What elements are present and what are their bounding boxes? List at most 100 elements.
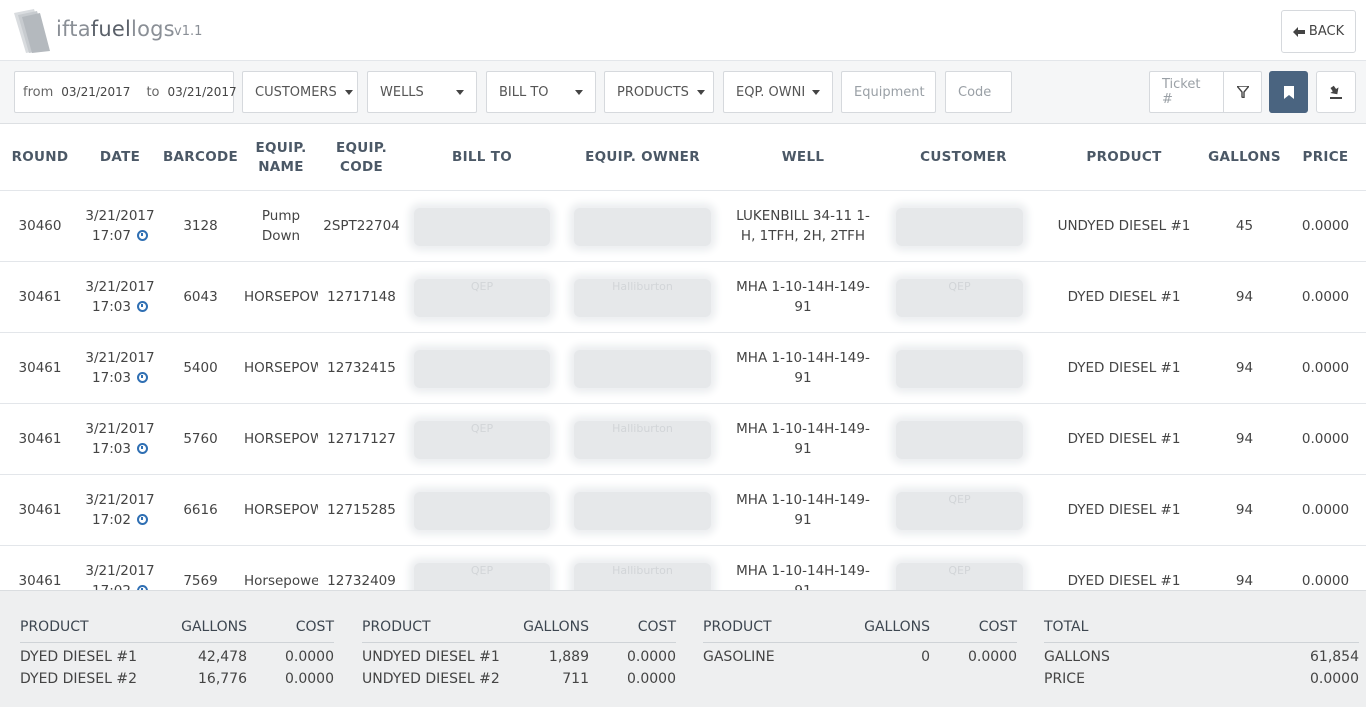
cell-barcode: 5760 <box>183 431 218 447</box>
cell-product: DYED DIESEL #1 <box>1067 502 1181 518</box>
cell-well: MHA 1-10-14H-149-91 <box>736 421 870 457</box>
redacted-customer <box>896 350 1023 388</box>
download-icon <box>1330 85 1342 99</box>
cell-gallons: 94 <box>1235 431 1254 447</box>
cell-price: 0.0000 <box>1301 218 1350 234</box>
filter-icon <box>1236 86 1249 98</box>
cell-well: LUKENBILL 34-11 1-H, 1TFH, 2H, 2TFH <box>736 208 870 244</box>
cell-equip-name: HORSEPOW <box>244 431 318 447</box>
cell-round: 30461 <box>18 502 62 518</box>
clock-icon[interactable] <box>136 372 148 383</box>
redacted-equip-owner: Halliburton <box>574 421 711 459</box>
bookmark-button[interactable] <box>1269 71 1308 113</box>
cell-price: 0.0000 <box>1301 360 1350 376</box>
col-well[interactable]: WELL <box>723 124 883 191</box>
cell-equip-code: 12732415 <box>327 360 396 376</box>
table-row[interactable]: 30460 3/21/2017 17:07 3128 Pump Down 2SPT2270… <box>0 191 1366 262</box>
cell-price: 0.0000 <box>1301 289 1350 305</box>
table-row[interactable]: 30461 3/21/2017 17:02 6616 HORSEPOW 12715285 M… <box>0 475 1366 546</box>
col-barcode[interactable]: BARCODE <box>160 124 241 191</box>
cell-date: 3/21/201717:02 <box>85 492 155 528</box>
clock-icon[interactable] <box>136 230 148 241</box>
equipment-input[interactable]: Equipment <box>841 71 936 113</box>
col-equip-name[interactable]: EQUIP. NAME <box>241 124 321 191</box>
ticket-input[interactable]: Ticket # <box>1149 71 1224 113</box>
summary-row: DYED DIESEL #2 16,776 0.0000 <box>20 671 334 687</box>
code-input[interactable]: Code <box>945 71 1012 113</box>
redacted-customer: QEP <box>896 563 1023 590</box>
caret-down-icon <box>575 89 583 95</box>
table-row[interactable]: 30461 3/21/2017 17:03 5400 HORSEPOW 12732415 M… <box>0 333 1366 404</box>
cell-equip-code: 12717127 <box>327 431 396 447</box>
bill-to-dropdown[interactable]: BILL TO <box>486 71 596 113</box>
table-header: ROUND DATE BARCODE EQUIP. NAME EQUIP. CODE… <box>0 124 1366 191</box>
summary-total: TOTAL GALLONS 61,854 PRICE 0.0000 <box>1044 619 1359 691</box>
cell-barcode: 6616 <box>183 502 218 518</box>
col-price[interactable]: PRICE <box>1285 124 1366 191</box>
total-gallons-row: GALLONS 61,854 <box>1044 649 1359 665</box>
summary-row: UNDYED DIESEL #2 711 0.0000 <box>362 671 676 687</box>
col-date[interactable]: DATE <box>80 124 160 191</box>
customers-dropdown[interactable]: CUSTOMERS <box>242 71 358 113</box>
cell-date: 3/21/2017 17:07 <box>85 208 155 244</box>
caret-down-icon <box>812 89 820 95</box>
redacted-bill-to: QEP <box>414 563 550 590</box>
redacted-bill-to: QEP <box>414 279 550 317</box>
redacted-customer <box>896 208 1023 246</box>
redacted-equip-owner <box>574 208 711 246</box>
cell-date: 3/21/2017 17:03 <box>85 350 155 386</box>
cell-gallons: 94 <box>1235 573 1254 589</box>
redacted-customer: QEP <box>896 279 1023 317</box>
col-equip-code[interactable]: EQUIP. CODE <box>321 124 402 191</box>
caret-down-icon <box>344 89 353 95</box>
cell-gallons: 94 <box>1235 360 1254 376</box>
col-product[interactable]: PRODUCT <box>1044 124 1204 191</box>
col-equip-owner[interactable]: EQUIP. OWNER <box>562 124 723 191</box>
export-button[interactable] <box>1316 71 1356 113</box>
cell-gallons: 45 <box>1235 218 1254 234</box>
table-row[interactable]: 30461 3/21/2017 17:03 6043 HORSEPOW 12717148 Q… <box>0 262 1366 333</box>
cell-gallons: 94 <box>1235 289 1254 305</box>
products-dropdown[interactable]: PRODUCTS <box>604 71 714 113</box>
filter-bar: from 03/21/2017 to 03/21/2017 CUSTOMERS … <box>0 61 1366 124</box>
caret-down-icon <box>696 89 705 95</box>
summary-group-1: PRODUCT GALLONS COST DYED DIESEL #1 42,4… <box>20 619 334 691</box>
cell-round: 30461 <box>18 431 62 447</box>
table-row[interactable]: 30461 3/21/201717:02 7569 Horsepowe 12732409… <box>0 546 1366 590</box>
cell-round: 30460 <box>18 218 62 234</box>
to-date-field[interactable]: to 03/21/2017 <box>138 72 244 112</box>
redacted-bill-to: QEP <box>414 421 550 459</box>
cell-price: 0.0000 <box>1301 502 1350 518</box>
col-bill-to[interactable]: BILL TO <box>402 124 562 191</box>
cell-equip-code: 12732409 <box>327 573 396 589</box>
col-round[interactable]: ROUND <box>0 124 80 191</box>
col-gallons[interactable]: GALLONS <box>1204 124 1285 191</box>
cell-gallons: 94 <box>1235 502 1254 518</box>
clock-icon[interactable] <box>136 443 148 454</box>
cell-price: 0.0000 <box>1301 431 1350 447</box>
cell-product: DYED DIESEL #1 <box>1067 573 1181 589</box>
clock-icon[interactable] <box>136 514 148 525</box>
redacted-bill-to <box>414 492 550 530</box>
from-date-field[interactable]: from 03/21/2017 <box>15 72 138 112</box>
col-customer[interactable]: CUSTOMER <box>883 124 1044 191</box>
app-version: v1.1 <box>174 24 203 39</box>
filter-button[interactable] <box>1223 71 1262 113</box>
summary-footer: PRODUCT GALLONS COST DYED DIESEL #1 42,4… <box>0 590 1366 707</box>
date-range: from 03/21/2017 to 03/21/2017 <box>14 71 237 113</box>
back-button[interactable]: BACK <box>1281 10 1356 53</box>
cell-price: 0.0000 <box>1301 573 1350 589</box>
cell-equip-name: HORSEPOW <box>244 502 318 518</box>
cell-barcode: 7569 <box>183 573 218 589</box>
cell-round: 30461 <box>18 360 62 376</box>
wells-dropdown[interactable]: WELLS <box>367 71 477 113</box>
clock-icon[interactable] <box>136 301 148 312</box>
table-row[interactable]: 30461 3/21/2017 17:03 5760 HORSEPOW 12717127 Q… <box>0 404 1366 475</box>
cell-equip-name: Horsepowe <box>244 573 318 589</box>
cell-product: DYED DIESEL #1 <box>1067 431 1181 447</box>
logo-icon <box>14 9 50 53</box>
cell-well: MHA 1-10-14H-149-91 <box>736 350 870 386</box>
eqp-owner-dropdown[interactable]: EQP. OWNEI <box>723 71 833 113</box>
cell-barcode: 6043 <box>183 289 218 305</box>
summary-row: GASOLINE 0 0.0000 <box>703 649 1017 665</box>
